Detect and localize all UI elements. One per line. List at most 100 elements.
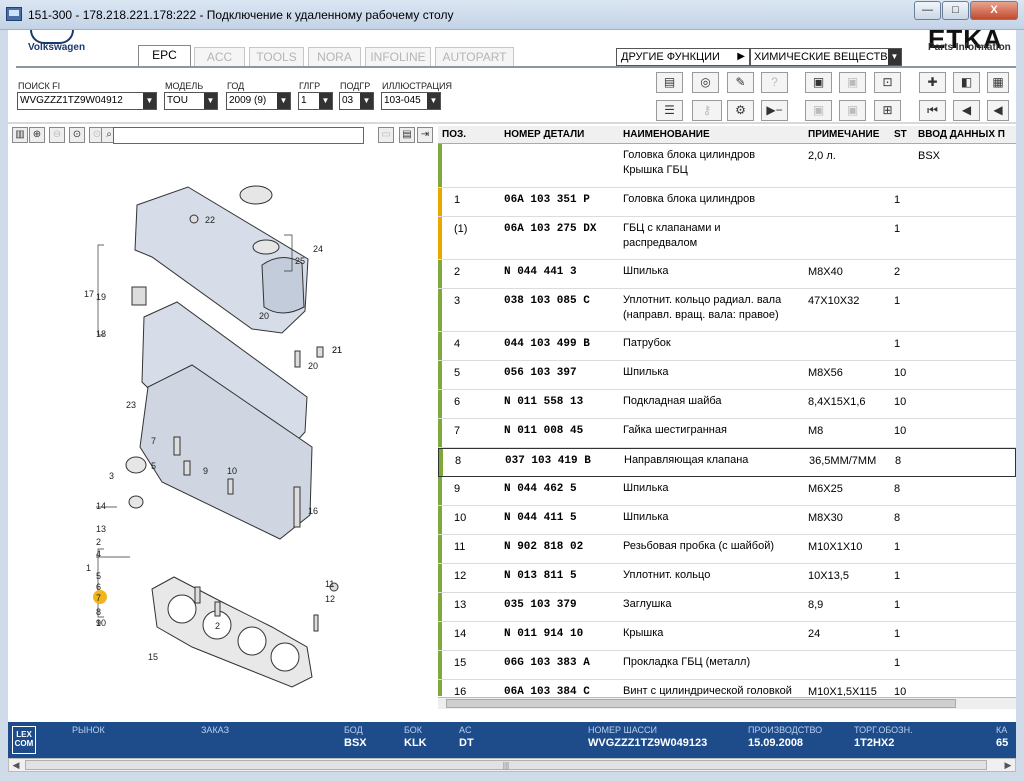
- tab-epc[interactable]: EPC: [138, 45, 191, 67]
- minimize-button[interactable]: —: [914, 1, 941, 20]
- table-row[interactable]: 9 N 044 462 5 Шпилька M6X25 8: [438, 477, 1016, 506]
- table-row[interactable]: 8 037 103 419 B Направляющая клапана 36,5MM…: [438, 448, 1016, 477]
- callout-label[interactable]: 2: [96, 537, 101, 547]
- chemicals-select[interactable]: ХИМИЧЕСКИЕ ВЕЩЕСТВ ▼: [750, 48, 902, 66]
- callout-label[interactable]: 20: [308, 361, 318, 371]
- expand-icon[interactable]: ⇥: [417, 127, 433, 143]
- callout-label[interactable]: 14: [96, 501, 106, 511]
- callout-label[interactable]: 23: [126, 400, 136, 410]
- panel-icon[interactable]: ▥: [12, 127, 28, 143]
- bottom-scroll-thumb[interactable]: |||: [25, 760, 987, 770]
- tools-icon[interactable]: ✎: [727, 72, 754, 93]
- scroll-thumb[interactable]: [446, 699, 956, 708]
- sg-select[interactable]: 03 ▼: [339, 92, 374, 110]
- callout-label[interactable]: 15: [148, 652, 158, 662]
- table-row[interactable]: 12 N 013 811 5 Уплотнит. кольцо 10X13,5 1: [438, 564, 1016, 593]
- callout-label[interactable]: 10: [227, 466, 237, 476]
- callout-label[interactable]: 8: [96, 607, 101, 617]
- callout-label[interactable]: 13: [96, 524, 106, 534]
- table-row[interactable]: 11 N 902 818 02 Резьбовая пробка (с шайбой…: [438, 535, 1016, 564]
- table-row[interactable]: Головка блока цилиндров Крышка ГБЦ 2,0 л. B…: [438, 144, 1016, 188]
- callout-label[interactable]: 7: [96, 593, 101, 603]
- tab-infoline[interactable]: INFOLINE: [365, 47, 431, 67]
- scroll-left-icon[interactable]: ◀: [9, 759, 23, 771]
- callout-label[interactable]: 7: [151, 436, 156, 446]
- table-row[interactable]: 15 06G 103 383 A Прокладка ГБЦ (металл) 1: [438, 651, 1016, 680]
- print-icon[interactable]: ▤: [656, 72, 683, 93]
- back-icon[interactable]: ◀: [953, 100, 980, 121]
- callout-label[interactable]: 9: [203, 466, 208, 476]
- elsa2-icon[interactable]: ▣: [805, 100, 832, 121]
- illustration-select[interactable]: 103-045 ▼: [381, 92, 441, 110]
- hg-select[interactable]: 1 ▼: [298, 92, 333, 110]
- depot-icon[interactable]: ▣: [839, 72, 866, 93]
- table-row[interactable]: 1 06A 103 351 P Головка блока цилиндров 1: [438, 188, 1016, 217]
- callout-label[interactable]: 5: [96, 571, 101, 581]
- callout-label[interactable]: 18: [96, 329, 106, 339]
- tab-nora[interactable]: NORA: [308, 47, 361, 67]
- table-row[interactable]: 16 06A 103 384 C Винт с цилиндрической гол…: [438, 680, 1016, 696]
- layout-icon[interactable]: ▤: [399, 127, 415, 143]
- other-functions-button[interactable]: ДРУГИЕ ФУНКЦИИ ▶: [616, 48, 750, 66]
- callout-label[interactable]: 6: [96, 582, 101, 592]
- table-horizontal-scrollbar[interactable]: [438, 697, 1016, 709]
- callout-label[interactable]: 16: [308, 506, 318, 516]
- table-row[interactable]: 10 N 044 411 5 Шпилька M8X30 8: [438, 506, 1016, 535]
- callout-label[interactable]: 22: [205, 215, 215, 225]
- table-row[interactable]: 2 N 044 441 3 Шпилька M8X40 2: [438, 260, 1016, 289]
- pin-icon[interactable]: ✚: [919, 72, 946, 93]
- callout-label[interactable]: 25: [295, 256, 305, 266]
- callout-label[interactable]: 21: [332, 345, 342, 355]
- table-row[interactable]: 4 044 103 499 B Патрубок 1: [438, 332, 1016, 361]
- year-select[interactable]: 2009 (9) ▼: [226, 92, 291, 110]
- callout-label[interactable]: 2: [215, 621, 220, 631]
- print-preview-icon[interactable]: ▭: [378, 127, 394, 143]
- tab-acc[interactable]: ACC: [194, 47, 245, 67]
- search-fi-select[interactable]: WVGZZZ1TZ9W04912 ▼: [17, 92, 157, 110]
- elsa-icon[interactable]: ▣: [805, 72, 832, 93]
- callout-label[interactable]: 20: [259, 311, 269, 321]
- table-row[interactable]: 13 035 103 379 Заглушка 8,9 1: [438, 593, 1016, 622]
- callout-label[interactable]: 11: [325, 579, 334, 589]
- disk-icon[interactable]: ◎: [692, 72, 719, 93]
- depot2-icon[interactable]: ▣: [839, 100, 866, 121]
- exploded-view-illustration[interactable]: 222425202117 191821202375 93 1014 1613241567…: [12, 147, 433, 707]
- bike-icon[interactable]: ⚙: [727, 100, 754, 121]
- close-button[interactable]: X: [970, 1, 1018, 20]
- callout-label[interactable]: 24: [313, 244, 323, 254]
- table-row[interactable]: 14 N 011 914 10 Крышка 24 1: [438, 622, 1016, 651]
- prev-page-icon[interactable]: ◧: [953, 72, 980, 93]
- callout-label[interactable]: 17: [84, 289, 94, 299]
- model-select[interactable]: TOU ▼: [164, 92, 218, 110]
- play-minus-icon[interactable]: ▶−: [761, 100, 788, 121]
- bottom-scrollbar[interactable]: ◀ ||| ▶: [8, 758, 1016, 772]
- callout-label[interactable]: 4: [96, 549, 101, 559]
- callout-label[interactable]: 19: [96, 292, 106, 302]
- first-icon[interactable]: ⏮: [919, 100, 946, 121]
- zoom-out-icon[interactable]: ⊖: [49, 127, 65, 143]
- callout-label[interactable]: 10: [96, 618, 106, 628]
- table-row[interactable]: (1) 06A 103 275 DX ГБЦ с клапанами и распре…: [438, 217, 1016, 260]
- callout-label[interactable]: 3: [109, 471, 114, 481]
- tab-autopart[interactable]: AUTOPART: [435, 47, 514, 67]
- list-icon[interactable]: ☰: [656, 100, 683, 121]
- scroll-right-icon[interactable]: ▶: [1001, 759, 1015, 771]
- table-row[interactable]: 3 038 103 085 C Уплотнит. кольцо радиал. в…: [438, 289, 1016, 332]
- callout-label[interactable]: 5: [151, 461, 156, 471]
- maximize-button[interactable]: □: [942, 1, 969, 20]
- table-row[interactable]: 7 N 011 008 45 Гайка шестигранная M8 10: [438, 419, 1016, 448]
- next-page-icon[interactable]: ▦: [987, 72, 1009, 93]
- callout-label[interactable]: 12: [325, 594, 335, 604]
- key-icon[interactable]: ⚷: [692, 100, 722, 121]
- table-row[interactable]: 6 N 011 558 13 Подкладная шайба 8,4X15X1,6 1…: [438, 390, 1016, 419]
- zoom-fit-icon[interactable]: ⊙: [69, 127, 85, 143]
- tab-tools[interactable]: TOOLS: [249, 47, 304, 67]
- table-row[interactable]: 5 056 103 397 Шпилька M8X56 10: [438, 361, 1016, 390]
- illustration-search-input[interactable]: [113, 127, 364, 144]
- cart-in-icon[interactable]: ⊡: [874, 72, 901, 93]
- forward-icon[interactable]: ◀: [987, 100, 1009, 121]
- zoom-in-icon[interactable]: ⊕: [29, 127, 45, 143]
- callout-label[interactable]: 1: [86, 563, 91, 573]
- help-icon[interactable]: ?: [761, 72, 788, 93]
- cart-icon[interactable]: ⊞: [874, 100, 901, 121]
